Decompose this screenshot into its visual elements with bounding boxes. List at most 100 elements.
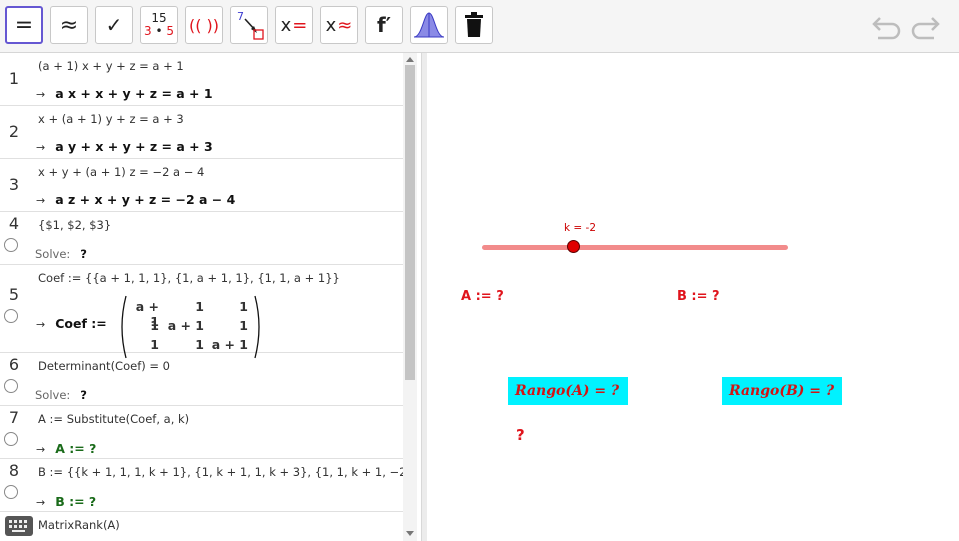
scrollbar-thumb[interactable] [405,65,415,380]
output-op: := [91,316,107,331]
algebra-row-6[interactable]: 6 Determinant(Coef) = 0 Solve:? [0,353,403,406]
output-arrow: → [36,318,46,331]
solve-x: x [280,14,292,36]
row-input[interactable]: Coef := {{a + 1, 1, 1}, {1, a + 1, 1}, {… [38,271,340,285]
derivative-button[interactable]: f′ [365,6,403,44]
matrix-cell: 1 [195,337,204,352]
output-name: Coef [55,316,87,331]
label-a[interactable]: A := ? [461,289,504,304]
visibility-toggle[interactable] [4,309,18,323]
substitute-icon [244,18,264,40]
row-input[interactable]: {$1, $2, $3} [38,218,111,232]
algebra-row-7[interactable]: 7 A := Substitute(Coef, a, k) → A := ? [0,406,403,459]
matrix-cell: 1 [195,299,204,314]
slider-point[interactable] [567,240,581,253]
algebra-row-8[interactable]: 8 B := {{k + 1, 1, 1, k + 1}, {1, k + 1,… [0,459,456,512]
normal-distribution-icon [413,12,445,38]
trash-icon [465,12,483,37]
rango-b-box[interactable]: Rango(B) = ? [722,377,842,405]
rango-a-text: Rango(A) = ? [515,383,620,399]
solve-value: ? [80,388,87,402]
algebra-row-5[interactable]: 5 Coef := {{a + 1, 1, 1}, {1, a + 1, 1},… [0,265,403,359]
row-input[interactable]: (a + 1) x + y + z = a + 1 [38,59,184,73]
row-input[interactable]: x + y + (a + 1) z = −2 a − 4 [38,165,204,179]
keyboard-icon[interactable] [5,516,33,536]
undo-icon[interactable] [872,14,902,40]
matrix-cell: a + 1 [211,337,248,352]
factor-button[interactable]: 15 3 • 5 [140,6,178,44]
keep-input-button[interactable]: ✓ [95,6,133,44]
question-mark[interactable]: ? [516,426,525,444]
algebra-scrollbar[interactable] [403,53,417,541]
nsolve-x: x [325,14,337,36]
output-text: B := ? [55,494,97,509]
substitute-button[interactable]: 7 [230,6,268,44]
toolbar: = ≈ ✓ 15 3 • 5 (( )) 7 x = x ≈ f′ [0,0,959,53]
algebra-row-3[interactable]: 3 x + y + (a + 1) z = −2 a − 4 → a z + x … [0,159,403,212]
solve-value: ? [80,247,87,261]
factor-bottom-b: 5 [166,24,174,38]
factor-dot: • [155,24,163,38]
row-number: 7 [8,408,20,427]
output-arrow: → [36,496,46,509]
output-arrow: → [36,88,46,101]
row-input[interactable]: x + (a + 1) y + z = a + 3 [38,112,184,126]
delete-button[interactable] [455,6,493,44]
matrix-cell: 1 [150,318,159,333]
algebra-row-4[interactable]: 4 {$1, $2, $3} Solve:? [0,212,403,265]
output-text: a x + x + y + z = a + 1 [55,86,213,101]
algebra-row-1[interactable]: 1 (a + 1) x + y + z = a + 1 → a x + x + y… [0,53,403,106]
row-output: → Coef := [36,316,107,331]
rango-b-text: Rango(B) = ? [729,383,835,399]
row-number: 6 [8,355,20,374]
output-text: a z + x + y + z = −2 a − 4 [55,192,236,207]
row-number: 3 [8,175,20,194]
row-output: → a y + x + y + z = a + 3 [36,139,213,154]
matrix-cell: a + 1 [167,318,204,333]
slider-track[interactable] [482,245,788,250]
rango-a-box[interactable]: Rango(A) = ? [508,377,628,405]
visibility-toggle[interactable] [4,238,18,252]
row-input[interactable]: Determinant(Coef) = 0 [38,359,170,373]
graphics-view[interactable]: k = -2 A := ? B := ? Rango(A) = ? Rango(… [427,53,959,541]
algebra-view: 1 (a + 1) x + y + z = a + 1 → a x + x + y… [0,53,456,541]
expand-button[interactable]: (( )) [185,6,223,44]
solve-button[interactable]: x = [275,6,313,44]
label-b[interactable]: B := ? [677,289,720,304]
evaluate-button[interactable]: = [5,6,43,44]
row-number: 5 [8,285,20,304]
scroll-up-icon[interactable] [403,55,417,65]
slider-label: k = -2 [564,222,597,234]
scroll-down-icon[interactable] [403,528,417,538]
expand-label: (( )) [188,15,220,35]
probability-button[interactable] [410,6,448,44]
row-input[interactable]: B := {{k + 1, 1, 1, k + 1}, {1, k + 1, 1… [38,465,456,479]
check-label: ✓ [105,13,123,37]
solve-eq: = [292,14,308,36]
factor-bottom-a: 3 [143,24,152,38]
solve-label: Solve: [35,388,71,402]
numeric-label: ≈ [59,12,79,38]
row-input[interactable]: MatrixRank(A) [38,518,120,532]
output-arrow: → [36,443,46,456]
visibility-toggle[interactable] [4,485,18,499]
row-input[interactable]: A := Substitute(Coef, a, k) [38,412,189,426]
numeric-button[interactable]: ≈ [50,6,88,44]
output-text: A := ? [55,441,97,456]
solve-label: Solve: [35,247,71,261]
row-number: 2 [8,122,20,141]
keyboard-keys [9,520,27,532]
algebra-row-2[interactable]: 2 x + (a + 1) y + z = a + 3 → a y + x + y… [0,106,403,159]
visibility-toggle[interactable] [4,379,18,393]
numeric-solve-button[interactable]: x ≈ [320,6,358,44]
algebra-row-9[interactable]: 9 MatrixRank(A) [0,512,403,541]
output-arrow: → [36,141,46,154]
row-output: → a x + x + y + z = a + 1 [36,86,213,101]
redo-icon[interactable] [910,14,940,40]
visibility-toggle[interactable] [4,432,18,446]
output-arrow: → [36,194,46,207]
nsolve-eq: ≈ [337,14,353,36]
row-output: → a z + x + y + z = −2 a − 4 [36,192,235,207]
solve-line: Solve:? [35,388,87,402]
row-number: 8 [8,461,20,480]
